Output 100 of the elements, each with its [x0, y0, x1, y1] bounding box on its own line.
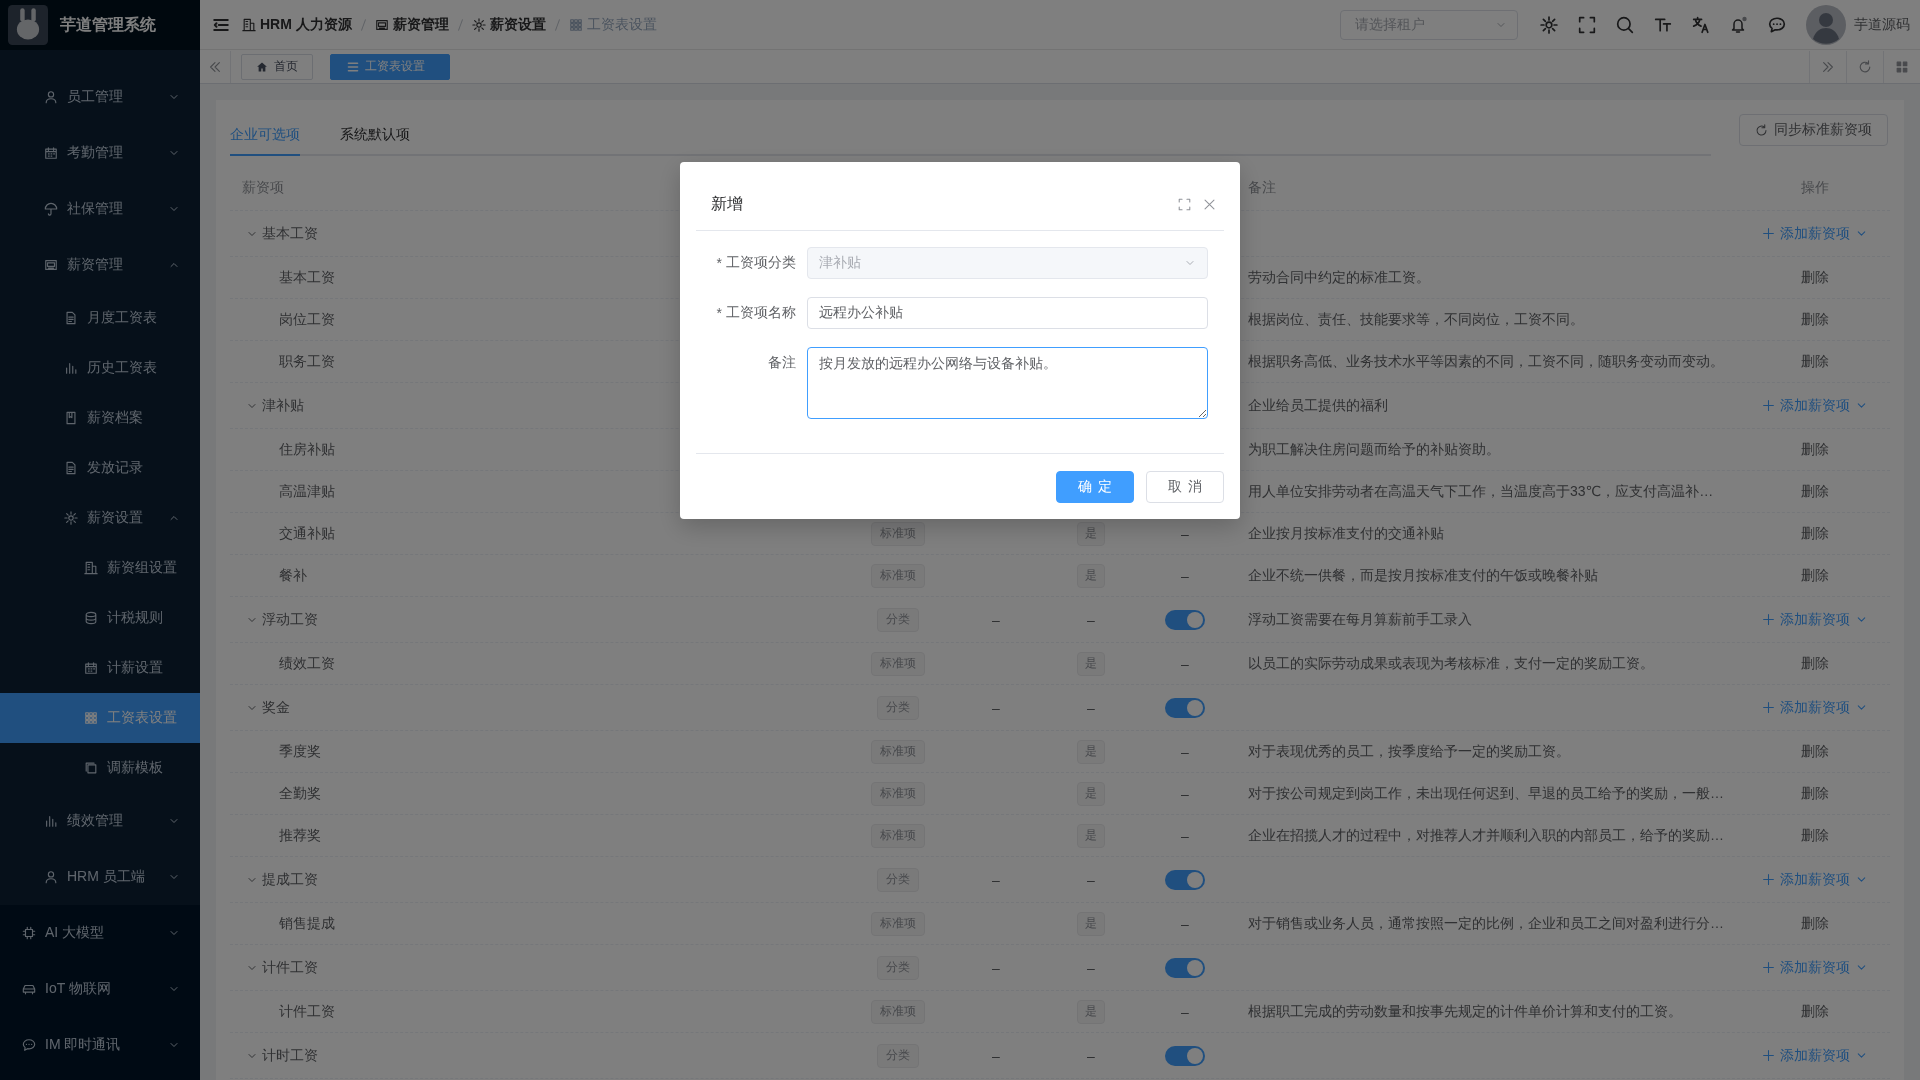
- add-item-link[interactable]: 添加薪资项: [1762, 698, 1868, 717]
- bell-icon[interactable]: [1730, 15, 1748, 34]
- remark-text: 企业不统一供餐，而是按月按标准支付的午饭或晚餐补贴: [1248, 566, 1598, 585]
- menu-item[interactable]: 薪资设置: [0, 493, 200, 543]
- item-name: 住房补贴: [279, 440, 335, 459]
- calendar-icon: [44, 146, 58, 160]
- confirm-button[interactable]: 确定: [1056, 471, 1134, 503]
- category-name: 计时工资: [262, 1046, 318, 1065]
- table-cell: –: [992, 871, 1000, 888]
- add-item-link[interactable]: 添加薪资项: [1762, 610, 1868, 629]
- delete-link[interactable]: 删除: [1801, 742, 1829, 761]
- menu-item[interactable]: 历史工资表: [0, 343, 200, 393]
- menu-item[interactable]: 发放记录: [0, 443, 200, 493]
- menu-item[interactable]: 员工管理: [0, 69, 200, 125]
- remark-text: 根据职工完成的劳动数量和按事先规定的计件单价计算和支付的工资。: [1248, 1002, 1682, 1021]
- grid-icon: [84, 711, 98, 725]
- category-name: 浮动工资: [262, 610, 318, 629]
- add-item-link[interactable]: 添加薪资项: [1762, 224, 1868, 243]
- toggle-switch[interactable]: [1165, 609, 1205, 630]
- menu-item[interactable]: 薪资管理: [0, 237, 200, 293]
- input-field[interactable]: 远程办公补贴: [807, 297, 1208, 329]
- delete-link[interactable]: 删除: [1801, 268, 1829, 287]
- remark-text: 以员工的实际劳动成果或表现为考核标准，支付一定的奖励工资。: [1248, 654, 1654, 673]
- document-icon: [64, 461, 78, 475]
- avatar[interactable]: [1806, 4, 1846, 45]
- database-icon: [84, 611, 98, 625]
- menu-item[interactable]: 考勤管理: [0, 125, 200, 181]
- delete-link[interactable]: 删除: [1801, 826, 1829, 845]
- remark-text: 对于按公司规定到岗工作，未出现任何迟到、早退的员工给予的奖励，一般…: [1248, 784, 1724, 803]
- chip-icon: [22, 926, 36, 940]
- table-cell: –: [1181, 655, 1189, 672]
- item-name: 岗位工资: [279, 310, 335, 329]
- user-name[interactable]: 芋道源码: [1854, 15, 1910, 34]
- settings-icon[interactable]: [1540, 15, 1558, 34]
- translate-icon[interactable]: [1692, 15, 1710, 34]
- menu-item[interactable]: 薪资组设置: [0, 543, 200, 593]
- menu-item[interactable]: 社保管理: [0, 181, 200, 237]
- field-label: 备注: [768, 354, 796, 372]
- building-icon: [84, 561, 98, 575]
- delete-link[interactable]: 删除: [1801, 524, 1829, 543]
- item-name: 计件工资: [279, 1002, 335, 1021]
- cancel-button[interactable]: 取消: [1146, 471, 1224, 503]
- delete-link[interactable]: 删除: [1801, 784, 1829, 803]
- grid-icon: [568, 17, 583, 32]
- category-name: 基本工资: [262, 224, 318, 243]
- delete-link[interactable]: 删除: [1801, 914, 1829, 933]
- remark-text: 企业在招揽人才的过程中，对推荐人才并顺利入职的内部员工，给予的奖励…: [1248, 826, 1724, 845]
- search-icon[interactable]: [1616, 15, 1634, 34]
- menu-item[interactable]: 调薪模板: [0, 743, 200, 793]
- toggle-switch[interactable]: [1165, 1045, 1205, 1066]
- add-item-link[interactable]: 添加薪资项: [1762, 870, 1868, 889]
- add-item-link[interactable]: 添加薪资项: [1762, 396, 1868, 415]
- item-name: 推荐奖: [279, 826, 321, 845]
- menu-item[interactable]: 工资表设置: [0, 693, 200, 743]
- tab[interactable]: 企业可选项: [230, 114, 300, 156]
- add-item-link[interactable]: 添加薪资项: [1762, 1046, 1868, 1065]
- toggle-switch[interactable]: [1165, 957, 1205, 978]
- required-mark: *: [716, 255, 722, 271]
- menu-item[interactable]: IoT 物联网: [0, 961, 200, 1017]
- toggle-switch[interactable]: [1165, 869, 1205, 890]
- delete-link[interactable]: 删除: [1801, 440, 1829, 459]
- breadcrumb-link[interactable]: HRM 人力资源: [242, 15, 352, 34]
- breadcrumb-link[interactable]: 薪资管理: [374, 15, 449, 34]
- menu-item[interactable]: AI 大模型: [0, 905, 200, 961]
- plus-icon: [1762, 873, 1775, 886]
- chat-icon[interactable]: [1768, 15, 1786, 34]
- menu-item[interactable]: HRM 员工端: [0, 849, 200, 905]
- page-tag[interactable]: 工资表设置: [330, 53, 450, 80]
- table-cell: –: [1087, 871, 1095, 888]
- fullscreen-icon[interactable]: [1578, 15, 1596, 34]
- page-tag[interactable]: 首页: [241, 53, 313, 80]
- tab[interactable]: 系统默认项: [340, 114, 410, 156]
- menu-item[interactable]: 月度工资表: [0, 293, 200, 343]
- menu-item[interactable]: 计薪设置: [0, 643, 200, 693]
- delete-link[interactable]: 删除: [1801, 566, 1829, 585]
- delete-link[interactable]: 删除: [1801, 310, 1829, 329]
- menu-item[interactable]: IM 即时通讯: [0, 1017, 200, 1073]
- table-cell: –: [1087, 611, 1095, 628]
- breadcrumb-link[interactable]: 薪资设置: [471, 15, 546, 34]
- plus-icon: [1762, 399, 1775, 412]
- add-item-link[interactable]: 添加薪资项: [1762, 958, 1868, 977]
- remark-text: 根据职务高低、业务技术水平等因素的不同，工资不同，随职务变动而变动。: [1248, 352, 1724, 371]
- refresh-icon: [1755, 123, 1768, 137]
- plus-icon: [1762, 1049, 1775, 1062]
- maximize-icon[interactable]: [1178, 198, 1191, 211]
- delete-link[interactable]: 删除: [1801, 352, 1829, 371]
- textarea-field[interactable]: 按月发放的远程办公网络与设备补贴。: [807, 347, 1208, 419]
- umbrella-icon: [44, 202, 58, 216]
- id-card-icon: [374, 17, 389, 32]
- remark-text: 劳动合同中约定的标准工资。: [1248, 268, 1430, 287]
- delete-link[interactable]: 删除: [1801, 1002, 1829, 1021]
- menu-item[interactable]: 计税规则: [0, 593, 200, 643]
- close-icon[interactable]: [1203, 198, 1216, 211]
- menu-item[interactable]: 薪资档案: [0, 393, 200, 443]
- sync-button[interactable]: 同步标准薪资项: [1739, 114, 1888, 146]
- menu-item[interactable]: 绩效管理: [0, 793, 200, 849]
- toggle-switch[interactable]: [1165, 697, 1205, 718]
- delete-link[interactable]: 删除: [1801, 482, 1829, 501]
- delete-link[interactable]: 删除: [1801, 654, 1829, 673]
- home-icon: [256, 60, 268, 73]
